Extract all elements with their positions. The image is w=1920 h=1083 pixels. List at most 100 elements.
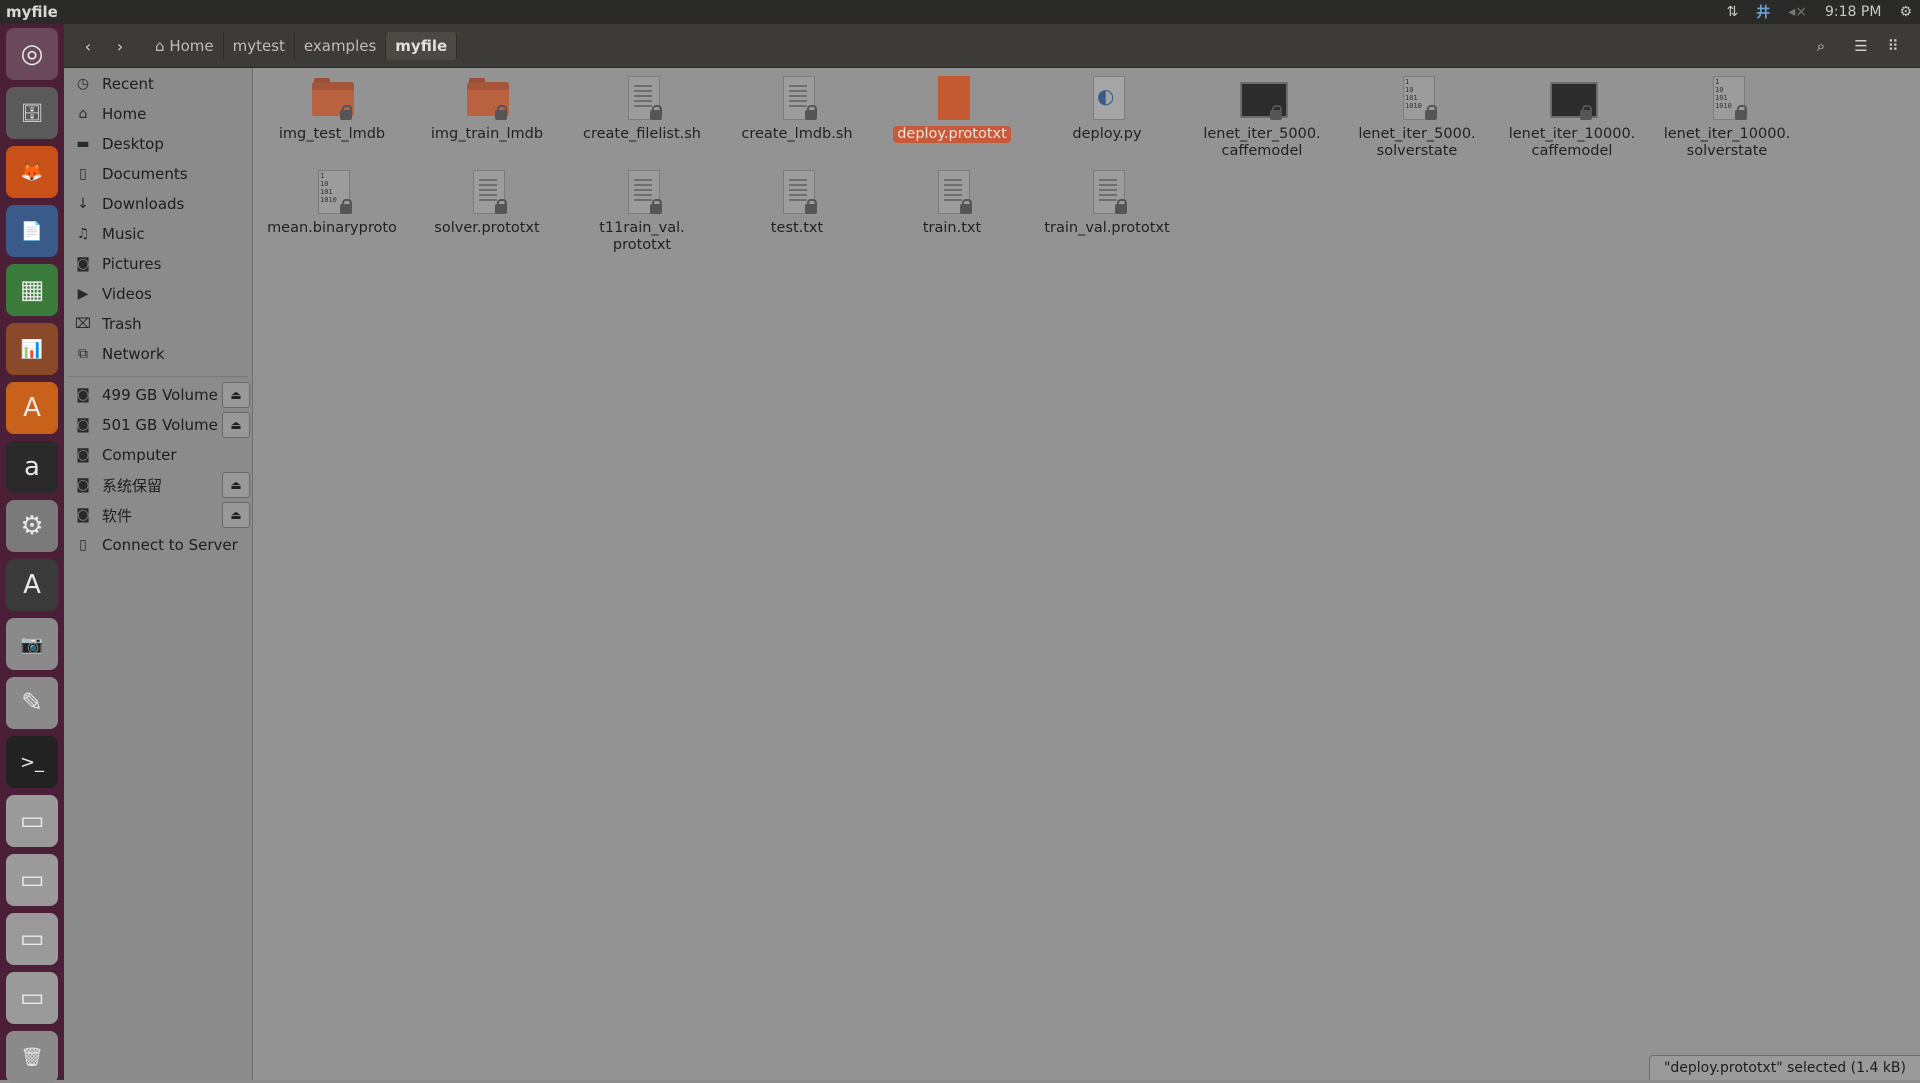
sidebar-device[interactable]: ▯ Connect to Server (64, 531, 252, 559)
launcher-text-editor[interactable]: ✎ (6, 677, 58, 729)
sidebar-device[interactable]: ◙ 499 GB Volume ⏏ (64, 381, 252, 409)
window-header: ‹ › ⌂ Home mytest examples myfile ⌕ ☰ ⠿ (64, 24, 1920, 68)
sidebar-item-recent[interactable]: ◷ Recent (64, 70, 252, 98)
sidebar-item-home[interactable]: ⌂ Home (64, 100, 252, 128)
sidebar-item-label: Videos (102, 285, 152, 303)
launcher-writer[interactable]: 📄 (6, 205, 58, 257)
launcher-files[interactable]: 🗄 (6, 87, 58, 139)
launcher-drive[interactable]: ▭ (6, 854, 58, 906)
file-name: solver.prototxt (434, 220, 540, 236)
sidebar-device[interactable]: ◙ 501 GB Volume ⏏ (64, 411, 252, 439)
breadcrumb-myfile[interactable]: myfile (386, 32, 458, 60)
launcher-drive[interactable]: ▭ (6, 913, 58, 965)
sidebar-item-label: Music (102, 225, 145, 243)
eject-button[interactable]: ⏏ (222, 472, 250, 498)
launcher-terminal[interactable]: >_ (6, 736, 58, 788)
sidebar-item-label: Desktop (102, 135, 164, 153)
launcher-screenshot[interactable]: 📷 (6, 618, 58, 670)
list-view-icon: ☰ (1854, 37, 1868, 55)
file-item[interactable]: t11rain_val. prototxt (567, 168, 717, 254)
file-name: img_train_lmdb (430, 126, 544, 142)
file-item[interactable]: test.txt (722, 168, 872, 237)
file-item[interactable]: create_lmdb.sh (722, 74, 872, 143)
prototxt-file-icon (930, 74, 974, 122)
file-item[interactable]: train.txt (877, 168, 1027, 237)
back-button[interactable]: ‹ (72, 32, 104, 60)
eject-icon: ⏏ (230, 478, 242, 492)
file-item[interactable]: solver.prototxt (412, 168, 562, 237)
sidebar-item-label: Computer (102, 446, 177, 464)
gear-icon[interactable]: ⚙ (1899, 4, 1912, 20)
eject-button[interactable]: ⏏ (222, 382, 250, 408)
binary-file-icon: 1 10 101 1010 (1705, 74, 1749, 122)
grid-view-button[interactable]: ⠿ (1878, 32, 1908, 60)
launcher-drive[interactable]: ▭ (6, 972, 58, 1024)
file-item[interactable]: 1 10 101 1010 mean.binaryproto (257, 168, 407, 237)
file-item[interactable]: ◐ deploy.py (1032, 74, 1182, 143)
launcher-amazon[interactable]: a (6, 441, 58, 493)
breadcrumb-examples[interactable]: examples (295, 32, 387, 60)
sound-muted-icon[interactable]: ◂× (1788, 4, 1807, 20)
keyboard-input-icon[interactable]: 井 (1756, 2, 1770, 22)
drive-icon: ◙ (76, 417, 90, 433)
file-name: train_val.prototxt (1044, 220, 1170, 236)
launcher: ◎ 🗄 🦊 📄 ▦ 📊 Aa ⚙ A 📷 ✎ >_ ▭ ▭ ▭ ▭ 🗑 (0, 24, 65, 1083)
file-item[interactable]: lenet_iter_5000. caffemodel (1187, 74, 1337, 160)
file-item[interactable]: create_filelist.sh (567, 74, 717, 143)
chevron-right-icon: › (116, 36, 124, 56)
drive-icon: ▭ (19, 865, 45, 895)
launcher-system-settings[interactable]: ⚙ (6, 500, 58, 552)
sidebar-item-pictures[interactable]: ◙ Pictures (64, 250, 252, 278)
file-name: train.txt (922, 220, 982, 236)
text-file-icon (775, 74, 819, 122)
home-icon: ⌂ (155, 37, 165, 55)
file-item[interactable]: 1 10 101 1010 lenet_iter_5000. solverstate (1342, 74, 1492, 160)
search-button[interactable]: ⌕ (1806, 32, 1836, 60)
network-updown-icon[interactable]: ⇅ (1727, 4, 1739, 20)
sidebar-item-desktop[interactable]: ▬ Desktop (64, 130, 252, 158)
system-settings-icon: ⚙ (20, 511, 44, 541)
binary-file-icon: 1 10 101 1010 (1395, 74, 1439, 122)
launcher-trash[interactable]: 🗑 (6, 1031, 58, 1083)
launcher-drive[interactable]: ▭ (6, 795, 58, 847)
text-file-icon (620, 168, 664, 216)
file-item[interactable]: img_test_lmdb (257, 74, 407, 143)
eject-icon: ⏏ (230, 418, 242, 432)
sidebar-device[interactable]: ◙ Computer (64, 441, 252, 469)
clock-time[interactable]: 9:18 PM (1825, 4, 1881, 20)
document-icon: ▯ (79, 166, 87, 182)
sidebar-device[interactable]: ◙ 系统保留 ⏏ (64, 471, 252, 499)
breadcrumb: ⌂ Home mytest examples myfile (146, 32, 458, 60)
launcher-ubuntu-dash[interactable]: ◎ (6, 28, 58, 80)
software-updater-icon: A (23, 570, 41, 600)
list-view-button[interactable]: ☰ (1846, 32, 1876, 60)
sidebar-item-documents[interactable]: ▯ Documents (64, 160, 252, 188)
launcher-calc[interactable]: ▦ (6, 264, 58, 316)
file-item[interactable]: lenet_iter_10000. caffemodel (1497, 74, 1647, 160)
file-item[interactable]: train_val.prototxt (1032, 168, 1182, 237)
eject-button[interactable]: ⏏ (222, 412, 250, 438)
server-icon: ▯ (79, 537, 87, 553)
screenshot-icon: 📷 (20, 633, 44, 655)
sidebar-item-label: Trash (102, 315, 142, 333)
forward-button[interactable]: › (104, 32, 136, 60)
sidebar-item-downloads[interactable]: ↓ Downloads (64, 190, 252, 218)
launcher-firefox[interactable]: 🦊 (6, 146, 58, 198)
drive-icon: ◙ (76, 387, 90, 403)
eject-button[interactable]: ⏏ (222, 502, 250, 528)
file-view[interactable]: img_test_lmdb img_train_lmdb create_fileli… (253, 68, 1920, 1080)
file-item[interactable]: img_train_lmdb (412, 74, 562, 143)
sidebar-item-music[interactable]: ♫ Music (64, 220, 252, 248)
launcher-impress[interactable]: 📊 (6, 323, 58, 375)
sidebar-item-videos[interactable]: ▶ Videos (64, 280, 252, 308)
breadcrumb-home[interactable]: ⌂ Home (146, 32, 224, 60)
launcher-software-updater[interactable]: A (6, 559, 58, 611)
file-item[interactable]: deploy.prototxt (877, 74, 1027, 143)
sidebar-device[interactable]: ◙ 软件 ⏏ (64, 501, 252, 529)
breadcrumb-mytest[interactable]: mytest (224, 32, 295, 60)
launcher-software-center[interactable]: A (6, 382, 58, 434)
sidebar-item-network[interactable]: ⧉ Network (64, 340, 252, 368)
sidebar-item-label: 软件 (102, 506, 133, 525)
file-item[interactable]: 1 10 101 1010 lenet_iter_10000. solverstate (1652, 74, 1802, 160)
sidebar-item-trash[interactable]: ⌧ Trash (64, 310, 252, 338)
